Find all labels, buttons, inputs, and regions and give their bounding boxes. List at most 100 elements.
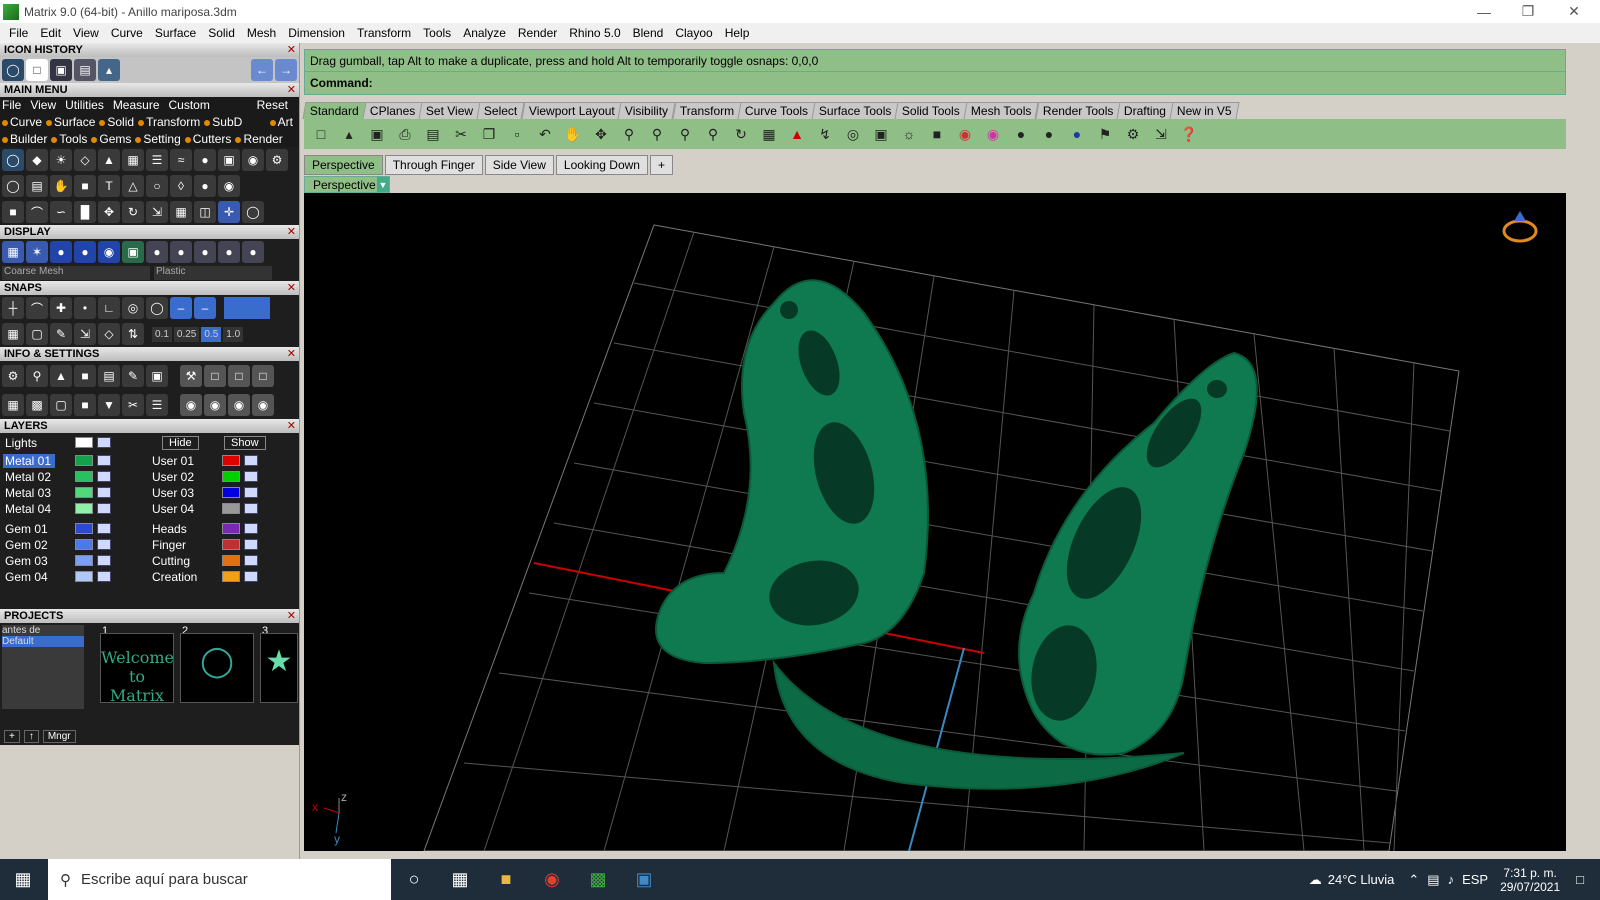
layer-row[interactable]: User 02 [150, 469, 258, 484]
project-icon[interactable]: ⇅ [122, 323, 144, 345]
mm-reset[interactable]: Reset [257, 98, 288, 112]
array-icon[interactable]: ▦ [170, 201, 192, 223]
chevron-up-icon[interactable]: ⌃ [1408, 872, 1419, 888]
properties-icon[interactable]: ▤ [422, 123, 444, 145]
project-thumbnail[interactable]: Welcome to Matrix [100, 633, 174, 705]
cube-purple-icon[interactable]: ▣ [146, 364, 168, 387]
viewport-title[interactable]: Perspective ▼ [304, 176, 390, 193]
menu-transform[interactable]: Transform [351, 26, 417, 40]
book-icon[interactable]: ■ [74, 175, 96, 197]
language-indicator[interactable]: ESP [1462, 872, 1488, 887]
cat-gems[interactable]: Gems [91, 132, 131, 146]
matrix-taskbar-icon[interactable]: ▩ [575, 859, 621, 900]
tab-set-view[interactable]: Set View [418, 102, 481, 119]
tab-mesh-tools[interactable]: Mesh Tools [963, 102, 1040, 119]
doc-icon[interactable]: ▤ [98, 364, 120, 387]
near-snap-icon[interactable]: ⌒ [26, 297, 48, 319]
drop-icon[interactable]: ● [194, 175, 216, 197]
chrome-icon[interactable]: ◉ [529, 859, 575, 900]
volume-icon[interactable]: ♪ [1448, 872, 1455, 887]
layer-row[interactable]: Cutting [150, 553, 258, 568]
cat-tools[interactable]: Tools [51, 132, 87, 146]
frame2-icon[interactable]: □ [228, 364, 250, 387]
layer-row[interactable]: Metal 03 [3, 485, 111, 500]
tab-perspective[interactable]: Perspective [304, 155, 383, 175]
box-icon[interactable]: ■ [74, 364, 96, 387]
paste-icon[interactable]: ▫ [506, 123, 528, 145]
gear-icon[interactable]: ⚙ [1122, 123, 1144, 145]
scale-icon[interactable]: ⇲ [146, 201, 168, 223]
shape-icon[interactable]: ◊ [170, 175, 192, 197]
tan-snap-icon[interactable]: – [170, 297, 192, 319]
menu-dimension[interactable]: Dimension [282, 26, 351, 40]
ring-icon[interactable]: ◯ [2, 175, 24, 197]
menu-analyze[interactable]: Analyze [457, 26, 512, 40]
move-icon[interactable]: ✥ [98, 201, 120, 223]
rotate-icon[interactable]: ↻ [122, 201, 144, 223]
up-project-button[interactable]: ↑ [23, 729, 39, 743]
tool-b-icon[interactable]: ◉ [204, 393, 226, 416]
task-view-icon[interactable]: ▦ [437, 859, 483, 900]
menu-tools[interactable]: Tools [417, 26, 457, 40]
frame3-icon[interactable]: □ [252, 364, 274, 387]
tab-viewport-layout[interactable]: Viewport Layout [521, 102, 622, 119]
close-icon[interactable]: ✕ [287, 43, 296, 57]
open-folder-icon[interactable]: ▴ [98, 59, 120, 81]
add-viewport-button[interactable]: + [649, 155, 673, 175]
close-button[interactable]: ✕ [1552, 0, 1596, 23]
mm-measure[interactable]: Measure [113, 98, 160, 112]
tab-drafting[interactable]: Drafting [1116, 102, 1174, 119]
film-icon[interactable]: ▤ [26, 175, 48, 197]
tool-a-icon[interactable]: ◉ [180, 393, 202, 416]
edit-icon[interactable]: ✎ [122, 364, 144, 387]
point-snap-icon[interactable]: ✚ [50, 297, 72, 319]
menu-blend[interactable]: Blend [627, 26, 670, 40]
zoom-in-icon[interactable]: ⚲ [618, 123, 640, 145]
manager-button[interactable]: Mngr [42, 729, 76, 743]
quad-snap-icon[interactable]: – [194, 297, 216, 319]
show-button[interactable]: Show [224, 435, 266, 450]
layer-row[interactable]: User 03 [150, 485, 258, 500]
cut-icon[interactable]: ✂ [450, 123, 472, 145]
save-icon[interactable]: ▣ [366, 123, 388, 145]
pan-hand-icon[interactable]: ✋ [562, 123, 584, 145]
material-1-icon[interactable]: ● [146, 241, 168, 263]
render-sphere-icon[interactable]: ● [1038, 123, 1060, 145]
chevron-down-icon[interactable]: ▼ [377, 177, 389, 192]
material-5-icon[interactable]: ● [242, 241, 264, 263]
tab-new-in-v5[interactable]: New in V5 [1169, 102, 1240, 119]
monitor-icon[interactable]: ▩ [26, 393, 48, 416]
image-icon[interactable]: ▣ [218, 149, 240, 171]
shaded-icon[interactable]: ● [50, 241, 72, 263]
select-icon[interactable]: ↯ [814, 123, 836, 145]
cat-curve[interactable]: Curve [2, 115, 42, 129]
layer-row[interactable]: User 01 [150, 453, 258, 468]
file-explorer-icon[interactable]: ■ [483, 859, 529, 900]
group-icon[interactable]: ▣ [870, 123, 892, 145]
tab-side-view[interactable]: Side View [484, 155, 554, 175]
zoom-window-icon[interactable]: ⚲ [646, 123, 668, 145]
cat-solid[interactable]: Solid [99, 115, 134, 129]
open-icon[interactable]: ▴ [338, 123, 360, 145]
scissors-icon[interactable]: ✂ [122, 393, 144, 416]
help-icon[interactable]: ❓ [1178, 123, 1200, 145]
notifications-icon[interactable]: □ [1576, 872, 1584, 887]
menu-render[interactable]: Render [512, 26, 563, 40]
close-icon[interactable]: ✕ [287, 419, 296, 433]
save-as-icon[interactable]: ▤ [74, 59, 96, 81]
project-thumbnail[interactable]: ★ [260, 633, 298, 703]
shapes-icon[interactable]: ■ [2, 201, 24, 223]
weather-icon[interactable]: ☁ [1309, 872, 1322, 888]
list-icon[interactable]: ☰ [146, 393, 168, 416]
restore-button[interactable]: ❐ [1506, 0, 1550, 23]
wireframe-icon[interactable]: ▦ [2, 241, 24, 263]
curve-icon[interactable]: ∽ [50, 201, 72, 223]
artistic-icon[interactable]: ◉ [98, 241, 120, 263]
close-icon[interactable]: ✕ [287, 347, 296, 361]
tool-d-icon[interactable]: ◉ [252, 393, 274, 416]
menu-curve[interactable]: Curve [105, 26, 149, 40]
print-icon[interactable]: ⎙ [394, 123, 416, 145]
cat-builder[interactable]: Builder [2, 132, 47, 146]
frame-icon[interactable]: □ [204, 364, 226, 387]
pave-icon[interactable]: ● [194, 149, 216, 171]
